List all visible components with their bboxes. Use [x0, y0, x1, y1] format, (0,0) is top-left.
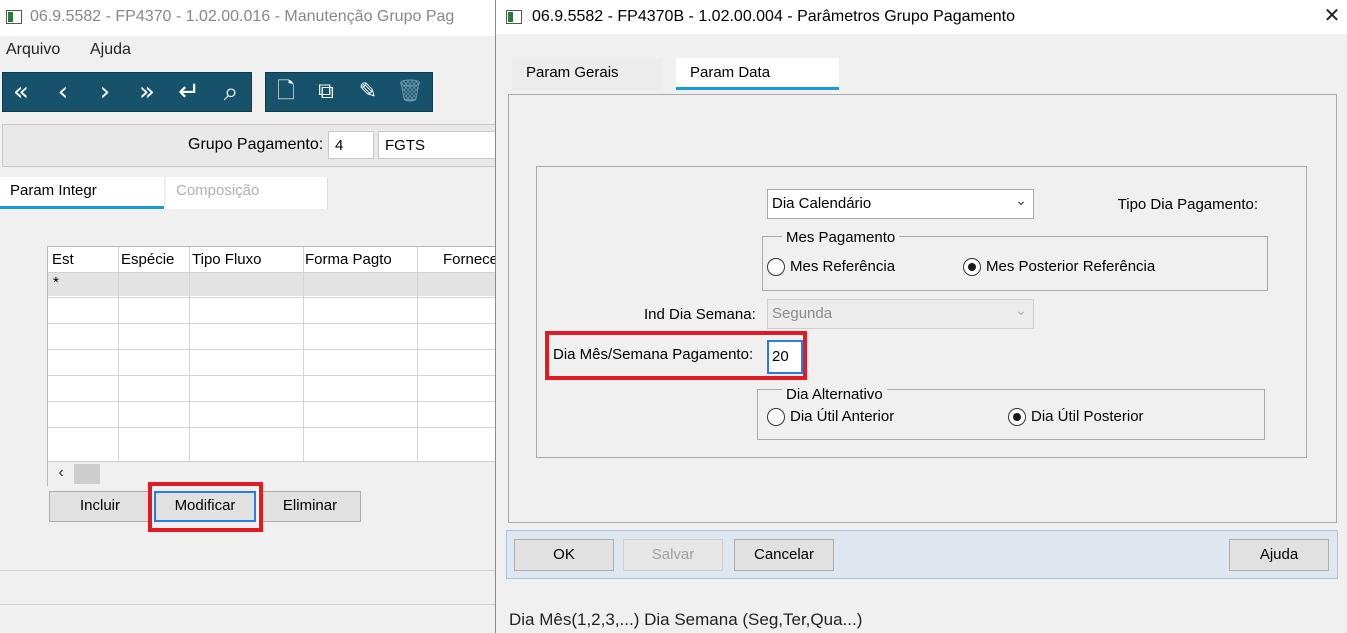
parametros-dialog: 06.9.5582 - FP4370B - 1.02.00.004 - Parâ… — [495, 0, 1347, 633]
new-document-icon[interactable]: 🗋 — [270, 77, 302, 109]
menu-ajuda[interactable]: Ajuda — [90, 41, 131, 59]
dia-alternativo-legend: Dia Alternativo — [782, 386, 887, 403]
mes-posterior-referencia-label[interactable]: Mes Posterior Referência — [986, 258, 1155, 275]
background-window: 06.9.5582 - FP4370 - 1.02.00.016 - Manut… — [0, 0, 501, 633]
edit-icon[interactable]: ✎ — [352, 77, 384, 109]
menu-bar: Arquivo Ajuda — [0, 36, 500, 64]
app-icon — [6, 10, 22, 24]
copy-icon[interactable]: ⧉ — [310, 77, 342, 109]
cancelar-button[interactable]: Cancelar — [734, 539, 834, 571]
mes-referencia-radio[interactable] — [767, 258, 785, 276]
column-header-tipo-fluxo[interactable]: Tipo Fluxo — [192, 251, 261, 268]
search-icon[interactable]: ⌕ — [215, 77, 247, 109]
dia-util-posterior-radio[interactable] — [1008, 408, 1026, 426]
divider — [0, 570, 500, 571]
ok-button[interactable]: OK — [514, 539, 614, 571]
eliminar-button[interactable]: Eliminar — [259, 491, 361, 522]
salvar-button: Salvar — [623, 539, 723, 571]
tab-param-data[interactable]: Param Data — [676, 58, 839, 90]
dia-util-anterior-label[interactable]: Dia Útil Anterior — [790, 408, 894, 425]
scroll-thumb[interactable] — [74, 464, 100, 484]
column-header-forma-pagto[interactable]: Forma Pagto — [305, 251, 392, 268]
grupo-pagamento-code-field[interactable]: 4 — [328, 131, 374, 159]
dia-util-anterior-radio[interactable] — [767, 408, 785, 426]
tab-composicao[interactable]: Composição — [166, 177, 328, 209]
grupo-pagamento-label: Grupo Pagamento: — [188, 136, 324, 153]
ind-dia-semana-label: Ind Dia Semana: — [644, 306, 756, 323]
close-icon[interactable]: ✕ — [1320, 4, 1344, 28]
first-record-icon[interactable]: « — [5, 77, 37, 109]
next-record-icon[interactable]: › — [89, 77, 121, 109]
status-text: Dia Mês(1,2,3,...) Dia Semana (Seg,Ter,Q… — [509, 610, 863, 629]
tipo-dia-pagamento-label: Tipo Dia Pagamento: — [1117, 196, 1258, 213]
ajuda-button[interactable]: Ajuda — [1229, 539, 1329, 571]
dialog-title-bar: 06.9.5582 - FP4370B - 1.02.00.004 - Parâ… — [496, 0, 1347, 34]
menu-arquivo[interactable]: Arquivo — [6, 41, 60, 59]
last-record-icon[interactable]: » — [131, 77, 163, 109]
navigation-toolbar: « ‹ › » ↵ ⌕ — [2, 72, 252, 112]
column-header-fornece[interactable]: Fornece — [443, 251, 498, 268]
data-grid[interactable]: Est Espécie Tipo Fluxo Forma Pagto Forne… — [47, 246, 501, 487]
return-icon[interactable]: ↵ — [173, 77, 205, 109]
tipo-dia-pagamento-value: Dia Calendário — [772, 195, 872, 212]
incluir-button[interactable]: Incluir — [49, 491, 151, 522]
background-title-bar: 06.9.5582 - FP4370 - 1.02.00.016 - Manut… — [0, 0, 500, 36]
chevron-down-icon: ⌄ — [1015, 192, 1027, 208]
horizontal-scrollbar[interactable]: ‹ — [48, 461, 501, 487]
dia-util-posterior-label[interactable]: Dia Útil Posterior — [1031, 408, 1144, 425]
tab-param-integr[interactable]: Param Integr — [0, 177, 164, 209]
chevron-down-icon: ⌄ — [1015, 302, 1027, 318]
ind-dia-semana-select: Segunda ⌄ — [767, 299, 1034, 329]
new-row-marker: * — [53, 274, 59, 291]
mes-posterior-referencia-radio[interactable] — [963, 258, 981, 276]
ind-dia-semana-value: Segunda — [772, 305, 833, 322]
background-window-title: 06.9.5582 - FP4370 - 1.02.00.016 - Manut… — [30, 8, 455, 25]
dialog-title: 06.9.5582 - FP4370B - 1.02.00.004 - Parâ… — [532, 8, 1015, 25]
previous-record-icon[interactable]: ‹ — [47, 77, 79, 109]
delete-icon: 🗑 — [396, 79, 424, 104]
mes-referencia-label[interactable]: Mes Referência — [790, 258, 895, 275]
tab-param-gerais[interactable]: Param Gerais — [512, 58, 662, 90]
column-header-especie[interactable]: Espécie — [121, 251, 174, 268]
dia-mes-highlight-box — [545, 331, 807, 380]
scroll-left-arrow-icon[interactable]: ‹ — [52, 464, 70, 484]
divider — [0, 604, 500, 605]
mes-pagamento-legend: Mes Pagamento — [782, 229, 900, 246]
table-row[interactable]: * — [48, 272, 501, 296]
grupo-pagamento-desc-field[interactable]: FGTS — [378, 131, 500, 159]
edit-toolbar: 🗋 ⧉ ✎ 🗑 — [265, 72, 433, 112]
tipo-dia-pagamento-select[interactable]: Dia Calendário ⌄ — [767, 189, 1034, 219]
column-header-est[interactable]: Est — [52, 251, 74, 268]
app-icon — [506, 10, 522, 24]
modificar-highlight-box — [148, 482, 263, 532]
